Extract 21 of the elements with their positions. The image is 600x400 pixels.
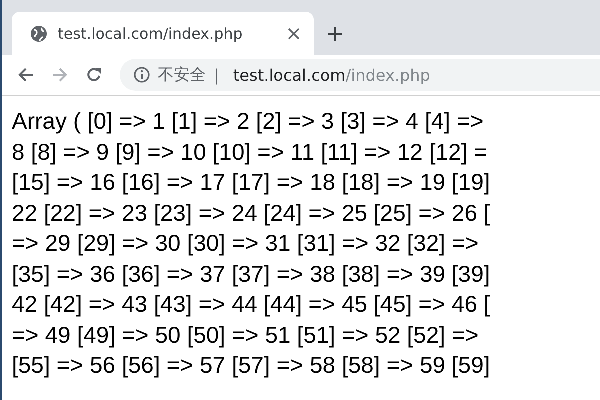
separator: | bbox=[214, 66, 220, 84]
url-text: test.local.com/index.php bbox=[233, 66, 430, 84]
output-line: [35] => 36 [36] => 37 [37] => 38 [38] => 39 [39] bbox=[12, 260, 492, 289]
output-line: [15] => 16 [16] => 17 [17] => 18 [18] => 19 [19] bbox=[12, 168, 492, 197]
back-icon[interactable] bbox=[18, 67, 34, 83]
globe-icon bbox=[30, 24, 48, 42]
output-line: Array ( [0] => 1 [1] => 2 [2] => 3 [3] => 4 [4] => bbox=[12, 107, 485, 136]
address-bar[interactable]: 不安全 | test.local.com/index.php bbox=[120, 59, 600, 91]
tab-title: test.local.com/index.php bbox=[58, 24, 244, 42]
output-line: => 29 [29] => 30 [30] => 31 [31] => 32 [32] => bbox=[12, 229, 480, 258]
new-tab-icon[interactable] bbox=[328, 26, 342, 40]
reload-icon[interactable] bbox=[86, 67, 102, 83]
security-label: 不安全 bbox=[158, 64, 206, 86]
browser-tab[interactable]: test.local.com/index.php bbox=[12, 12, 314, 55]
close-icon[interactable] bbox=[288, 28, 300, 40]
output-line: [55] => 56 [56] => 57 [57] => 58 [58] => 59 [59] bbox=[12, 351, 492, 380]
output-line: 8 [8] => 9 [9] => 10 [10] => 11 [11] => 12 [12] = bbox=[12, 138, 488, 167]
output-line: 22 [22] => 23 [23] => 24 [24] => 25 [25] => 26 [ bbox=[12, 198, 492, 228]
output-line: 42 [42] => 43 [43] => 44 [44] => 45 [45] => 46 [ bbox=[12, 290, 492, 319]
info-icon[interactable] bbox=[134, 67, 150, 83]
output-line: => 49 [49] => 50 [50] => 51 [51] => 52 [52] => bbox=[12, 320, 480, 350]
